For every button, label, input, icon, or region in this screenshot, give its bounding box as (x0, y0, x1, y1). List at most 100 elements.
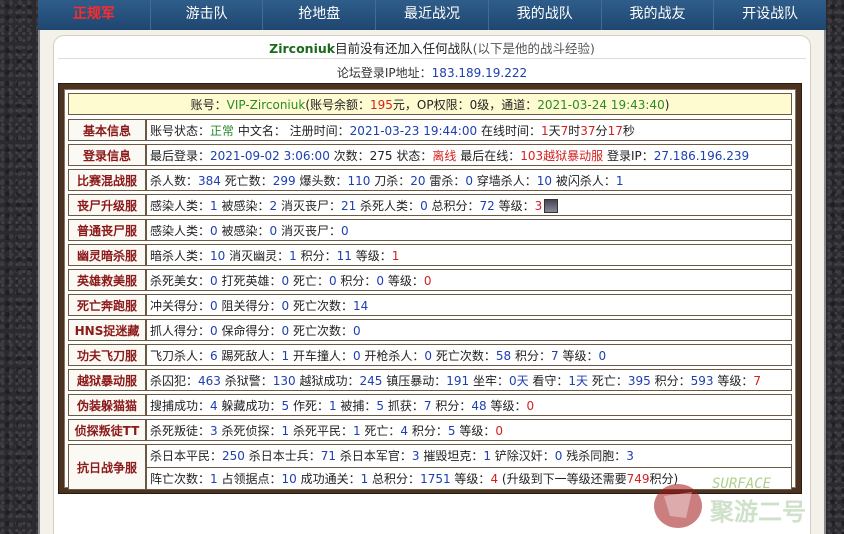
value: 14 (352, 298, 369, 313)
label: 摧毁坦克： (419, 449, 484, 463)
label: 等级： (384, 273, 424, 288)
balance-label: (账号余额： (305, 98, 371, 112)
label: 铲除汉奸： (490, 449, 555, 463)
team-status-line: Zirconiuk目前没有还加入任何战队(以下是他的战斗经验) (54, 38, 810, 57)
value: 0 (210, 298, 218, 313)
label: 秒 (622, 123, 635, 138)
account-status: 正常 (210, 123, 235, 138)
value: 1 (328, 398, 337, 413)
label: 积分： (296, 248, 337, 263)
label: 暗杀人类： (150, 248, 211, 263)
value: 749 (626, 472, 650, 486)
value: 10 (281, 472, 297, 486)
account-label: 账号： (190, 98, 227, 112)
label: 分 (595, 123, 608, 138)
value: 71 (320, 449, 337, 463)
category-zombie: 丧尸升级服 (68, 194, 146, 216)
category-hero: 英雄救美服 (68, 269, 146, 291)
value: 593 (690, 373, 714, 388)
hide-values: 搜捕成功：4 躲藏成功：5 作死：1 被捕：5 抓获：7 积分：48 等级：0 (146, 394, 792, 416)
table-row: HNS捉迷藏 抓人得分：0 保命得分：0 死亡次数：0 (68, 319, 792, 341)
account-close-paren: ) (664, 98, 670, 112)
value: 1 (352, 423, 361, 438)
value: 0 (352, 323, 361, 338)
label: 次数：275 状态： (329, 148, 433, 163)
value: 7 (551, 348, 559, 363)
hero-values: 杀死美女：0 打死英雄：0 死亡：0 积分：0 等级：0 (146, 269, 792, 291)
label: 被感染： (217, 223, 270, 238)
label: 最后在线： (456, 148, 521, 163)
nav-tab-regular-army[interactable]: 正规军 (38, 0, 151, 30)
no-team-text: 目前没有还加入任何战队 (335, 41, 473, 56)
nav-tab-territory[interactable]: 抢地盘 (263, 0, 377, 30)
category-zombie-normal: 普通丧尸服 (68, 219, 146, 241)
value: 0 (281, 273, 290, 288)
label: 残杀同胞： (562, 449, 627, 463)
nav-tab-create-team[interactable]: 开设战队 (714, 0, 826, 30)
value: 0 (281, 323, 290, 338)
label: 被感染： (217, 198, 270, 213)
register-time: 2021-03-23 19:44:00 (349, 123, 478, 138)
value: 1751 (420, 472, 451, 486)
watermark-text-bottom: 聚游二号 (709, 498, 806, 526)
value: 5 (281, 398, 290, 413)
kungfu-values: 飞刀杀人：6 踢死敌人：1 开车撞人：0 开枪杀人：0 死亡次数：58 积分：7… (146, 344, 792, 366)
value: 0 (526, 398, 535, 413)
label: 阵亡次数： (150, 472, 211, 486)
label: 开车撞人： (289, 348, 353, 363)
value: 0 (281, 298, 290, 313)
label: 消灭丧尸： (277, 223, 341, 238)
basic-values: 账号状态：正常 中文名： 注册时间：2021-03-23 19:44:00 在线… (146, 119, 792, 141)
last-server: 103越狱暴动服 (520, 148, 604, 163)
value: 10 (536, 173, 553, 188)
label: 冲关得分： (150, 298, 211, 313)
username[interactable]: Zirconiuk (269, 41, 335, 56)
table-row: 比赛混战服 杀人数：384 死亡数：299 爆头数：110 刀杀：20 雷杀：0… (68, 169, 792, 191)
value: 1天 (568, 373, 589, 388)
value: 0 (210, 323, 218, 338)
label: 杀日本平民： (150, 449, 223, 463)
player-info-inner: 账号：VIP-Zirconiuk(账号余额：195元，OP权限：0级，通道：20… (64, 89, 796, 490)
label: 积分： (650, 373, 691, 388)
value: 0 (340, 223, 349, 238)
account-name: VIP-Zirconiuk (226, 98, 306, 112)
zombie-values: 感染人类：1 被感染：2 消灭丧尸：21 杀死人类：0 总积分：72 等级：3 (146, 194, 792, 216)
nav-tab-recent-battles[interactable]: 最近战况 (376, 0, 489, 30)
label: 杀死平民： (289, 423, 353, 438)
table-row: 功夫飞刀服 飞刀杀人：6 踢死敌人：1 开车撞人：0 开枪杀人：0 死亡次数：5… (68, 344, 792, 366)
login-ip: 27.186.196.239 (653, 148, 750, 163)
value: 0 (352, 348, 361, 363)
label: 等级： (713, 373, 754, 388)
label: 等级： (455, 423, 496, 438)
table-row: 登录信息 最后登录：2021-09-02 3:06:00 次数：275 状态：离… (68, 144, 792, 166)
category-login: 登录信息 (68, 144, 146, 166)
label: 在线时间： (477, 123, 541, 138)
nav-tab-guerrilla[interactable]: 游击队 (151, 0, 264, 30)
label: 越狱成功： (295, 373, 360, 388)
label: 抓人得分： (150, 323, 211, 338)
value: 7 (423, 398, 432, 413)
death-run-values: 冲关得分：0 阻关得分：0 死亡次数：14 (146, 294, 792, 316)
nav-tab-my-team[interactable]: 我的战队 (489, 0, 602, 30)
label: 积分： (431, 398, 472, 413)
label: 杀死美女： (150, 273, 211, 288)
label: 飞刀杀人： (150, 348, 211, 363)
label: 天 (548, 123, 561, 138)
label: 杀死叛徒： (150, 423, 211, 438)
value: 299 (272, 173, 296, 188)
nav-tab-my-comrades[interactable]: 我的战友 (602, 0, 715, 30)
value: 4 (400, 423, 409, 438)
value: 11 (336, 248, 352, 263)
label: 积分： (511, 348, 551, 363)
label: 死亡： (360, 423, 401, 438)
watermark-logo-icon: SURFACE 聚游二号 (654, 476, 806, 528)
category-death-run: 死亡奔跑服 (68, 294, 146, 316)
category-traitor: 侦探叛徒TT (68, 419, 146, 441)
label: 积分： (408, 423, 448, 438)
value: 1 (483, 449, 491, 463)
value: 2 (269, 198, 278, 213)
value: 0 (210, 223, 218, 238)
value: 72 (479, 198, 495, 213)
value: 0 (210, 273, 218, 288)
last-login: 2021-09-02 3:06:00 (210, 148, 330, 163)
